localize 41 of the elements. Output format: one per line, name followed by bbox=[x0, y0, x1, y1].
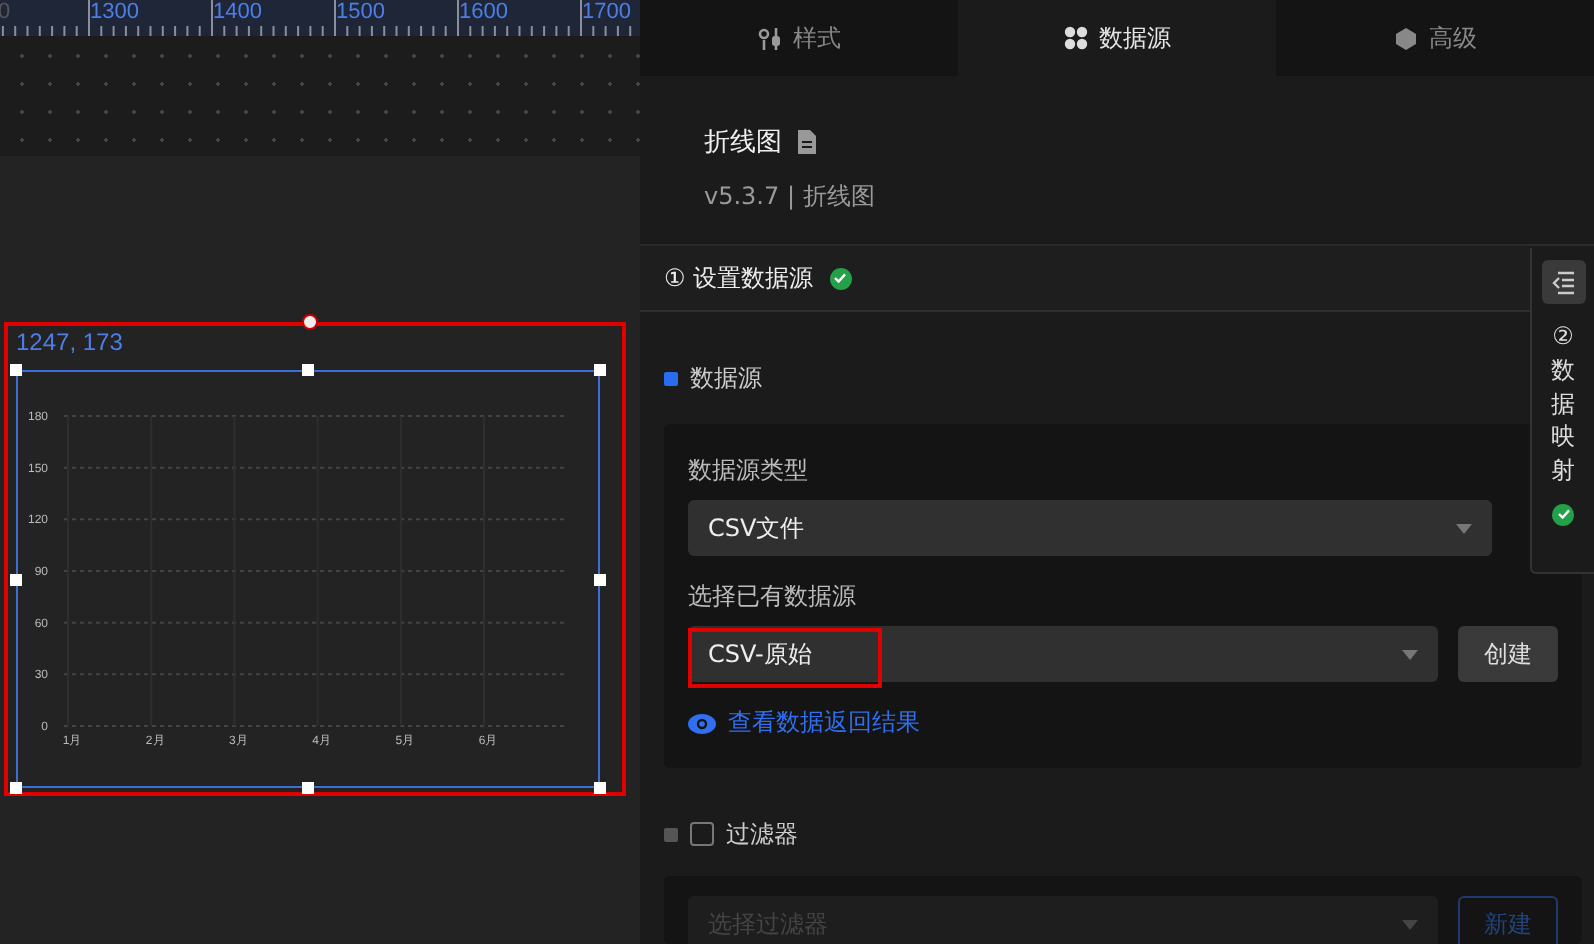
field-label: 选择已有数据源 bbox=[688, 580, 858, 614]
caret-icon bbox=[1402, 919, 1418, 929]
resize-handle[interactable] bbox=[302, 782, 314, 794]
component-title: 折线图 bbox=[704, 126, 782, 160]
collapse-icon bbox=[1551, 269, 1575, 295]
step-title: ① 设置数据源 bbox=[664, 261, 814, 295]
ruler-label: 1600 bbox=[459, 0, 508, 26]
ruler-label: 1500 bbox=[336, 0, 385, 26]
caret-icon bbox=[1402, 649, 1418, 659]
resize-handle[interactable] bbox=[10, 573, 22, 585]
tab[interactable]: 高级 bbox=[1276, 0, 1594, 76]
section-title: 过滤器 bbox=[726, 817, 798, 851]
eye-icon bbox=[688, 713, 716, 733]
create-button[interactable]: 创建 bbox=[1458, 626, 1558, 682]
ruler-label: 1700 bbox=[582, 0, 631, 26]
collapse-button[interactable] bbox=[1541, 260, 1585, 304]
section-marker bbox=[664, 371, 678, 385]
position-label: 1247, 173 bbox=[16, 328, 123, 356]
ruler-label: 1400 bbox=[213, 0, 262, 26]
dots-grid-icon bbox=[1063, 25, 1087, 51]
dropdown[interactable]: CSV文件 bbox=[688, 500, 1492, 556]
section-marker bbox=[664, 827, 678, 841]
view-results-link[interactable]: 查看数据返回结果 bbox=[688, 706, 1558, 740]
resize-handle[interactable] bbox=[10, 364, 22, 376]
tab[interactable]: 样式 bbox=[640, 0, 958, 76]
resize-handle[interactable] bbox=[10, 782, 22, 794]
ruler-label: 1300 bbox=[90, 0, 139, 26]
side-step-title[interactable]: ②数据映射 bbox=[1551, 320, 1575, 488]
resize-handle[interactable] bbox=[594, 573, 606, 585]
version-text: v5.3.7 | 折线图 bbox=[704, 180, 877, 214]
sliders-icon bbox=[757, 25, 781, 51]
resize-handle[interactable] bbox=[302, 364, 314, 376]
dropdown[interactable]: CSV-原始 bbox=[688, 626, 1438, 682]
document-icon bbox=[798, 130, 816, 154]
resize-handle[interactable] bbox=[594, 364, 606, 376]
resize-handle[interactable] bbox=[594, 782, 606, 794]
caret-icon bbox=[1456, 523, 1472, 533]
section-title: 数据源 bbox=[690, 361, 762, 395]
field-label: 数据源类型 bbox=[688, 454, 810, 488]
rotate-handle[interactable] bbox=[302, 314, 318, 330]
hexagon-icon bbox=[1393, 25, 1417, 51]
